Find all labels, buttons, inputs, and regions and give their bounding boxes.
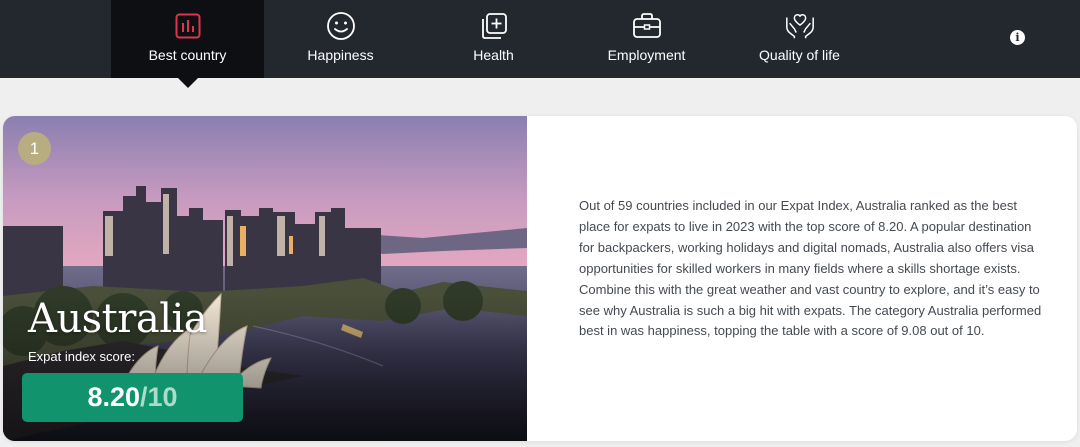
tab-employment[interactable]: Employment xyxy=(570,0,723,78)
sydney-skyline-photo: 1 Australia Expat index score: 8.20/10 xyxy=(3,116,527,441)
tab-label: Health xyxy=(473,47,514,63)
tab-label: Quality of life xyxy=(759,47,840,63)
heart-hands-icon xyxy=(784,10,816,42)
medical-plus-icon xyxy=(478,10,510,42)
info-icon[interactable]: i xyxy=(1010,30,1025,45)
tab-label: Employment xyxy=(607,47,686,63)
score-badge: 8.20/10 xyxy=(22,373,243,422)
score-max: /10 xyxy=(140,382,178,412)
rank-badge: 1 xyxy=(18,132,51,165)
top-navigation: Best country Happiness Health Employment… xyxy=(0,0,1080,78)
tab-happiness[interactable]: Happiness xyxy=(264,0,417,78)
tab-label: Best country xyxy=(148,47,227,63)
briefcase-icon xyxy=(631,10,663,42)
bar-chart-icon xyxy=(172,10,204,42)
tab-quality-of-life[interactable]: Quality of life xyxy=(723,0,876,78)
country-card: 1 Australia Expat index score: 8.20/10 O… xyxy=(3,116,1077,441)
active-tab-pointer xyxy=(178,78,198,88)
smiley-icon xyxy=(325,10,357,42)
tab-health[interactable]: Health xyxy=(417,0,570,78)
country-name: Australia xyxy=(28,296,208,342)
tab-label: Happiness xyxy=(307,47,374,63)
score-value: 8.20 xyxy=(87,382,140,412)
score-label: Expat index score: xyxy=(28,349,135,364)
tab-best-country[interactable]: Best country xyxy=(111,0,264,78)
country-description: Out of 59 countries included in our Expa… xyxy=(579,198,1042,339)
